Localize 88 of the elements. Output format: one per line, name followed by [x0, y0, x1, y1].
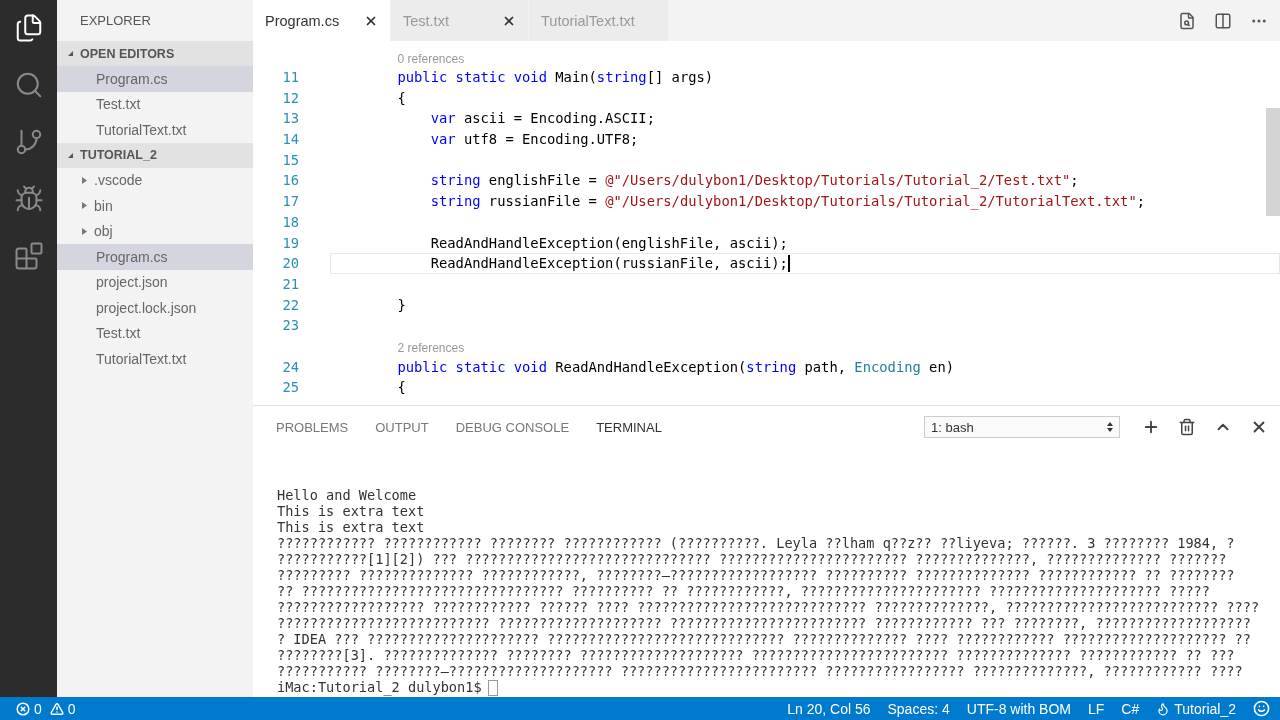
line-number: 15: [281, 151, 299, 168]
code-line: public static void ReadAndHandleException(string path, Encoding en): [396, 358, 955, 375]
split-editor-icon[interactable]: [1214, 11, 1232, 30]
code-line: ReadAndHandleException(russianFile, ascii);: [429, 255, 788, 272]
code-line: }: [396, 296, 406, 313]
file-item[interactable]: TutorialText.txt: [57, 117, 253, 143]
editor-tab[interactable]: TutorialText.txt: [529, 0, 669, 41]
file-item[interactable]: Program.cs: [57, 66, 253, 92]
smiley-icon[interactable]: [1253, 700, 1270, 717]
trash-icon[interactable]: [1178, 418, 1196, 436]
project-status[interactable]: Tutorial_2: [1156, 700, 1236, 717]
new-terminal-icon[interactable]: [1142, 418, 1160, 436]
folder-item[interactable]: bin: [57, 193, 253, 219]
terminal-prompt: iMac:Tutorial_2 dulybon1$: [277, 679, 482, 695]
line-number: 19: [281, 234, 299, 251]
warning-icon: [49, 701, 64, 716]
status-item[interactable]: LF: [1088, 700, 1105, 717]
panel-tab[interactable]: DEBUG CONSOLE: [455, 419, 570, 435]
terminal-output: This is extra text: [277, 503, 425, 519]
line-number: 21: [281, 275, 299, 292]
terminal-output: ? IDEA ??? ????????????????????? ????????????????????????????? ?????????????? ???? ???????????? ???????????????????? ??: [277, 631, 1251, 647]
line-number: 22: [281, 296, 299, 313]
code-line: string russianFile = @"/Users/dulybon1/Desktop/Tutorials/Tutorial_2/TutorialText.txt";: [429, 193, 1146, 210]
scrollbar-thumb[interactable]: [1266, 108, 1280, 216]
collapsed-caret-icon: [81, 176, 88, 184]
terminal-output: Hello and Welcome: [277, 487, 417, 503]
panel-tab[interactable]: OUTPUT: [375, 419, 429, 435]
status-item[interactable]: UTF-8 with BOM: [966, 700, 1071, 717]
terminal-output: ?????????????????? ???????????? ?????? ???? ???????????????????????????? ??????????????, ?????????????????????????? ????: [277, 599, 1260, 615]
references-lens[interactable]: 2 references: [397, 341, 465, 356]
status-item[interactable]: C#: [1121, 700, 1140, 717]
file-item[interactable]: TutorialText.txt: [57, 346, 253, 372]
terminal-output: ???????????? ???????????? ???????? ???????????? (??????????. Leyla ??lham q??z?? ??liyeva; ??????. 3 ???????? 1984, ?: [277, 535, 1235, 551]
file-item[interactable]: project.json: [57, 269, 253, 295]
section-header[interactable]: TUTORIAL_2: [57, 142, 253, 168]
line-number: 16: [281, 172, 299, 189]
line-number: 18: [281, 213, 299, 230]
select-arrows-icon: [1107, 422, 1113, 432]
code-line: ReadAndHandleException(englishFile, ascii);: [429, 234, 788, 251]
warnings-status[interactable]: 0: [49, 700, 76, 717]
editor-tab[interactable]: Test.txt: [391, 0, 529, 41]
code-line: {: [396, 89, 406, 106]
terminal-output: This is extra text: [277, 519, 425, 535]
status-item[interactable]: Spaces: 4: [887, 700, 950, 717]
file-search-icon[interactable]: [1178, 11, 1196, 30]
expanded-caret-icon: [67, 50, 74, 57]
code-line: var ascii = Encoding.ASCII;: [429, 110, 655, 127]
line-number: 20: [281, 255, 299, 272]
code-line: string englishFile = @"/Users/dulybon1/Desktop/Tutorials/Tutorial_2/Test.txt";: [429, 172, 1079, 189]
line-number: 11: [281, 69, 299, 86]
line-number: 24: [281, 358, 299, 375]
code-line: var utf8 = Encoding.UTF8;: [429, 131, 639, 148]
file-item[interactable]: Test.txt: [57, 91, 253, 117]
line-number: 14: [281, 131, 299, 148]
folder-item[interactable]: obj: [57, 218, 253, 244]
file-item[interactable]: Program.cs: [57, 244, 253, 270]
line-number: 17: [281, 193, 299, 210]
file-item[interactable]: Test.txt: [57, 320, 253, 346]
collapsed-caret-icon: [81, 227, 88, 235]
editor-tab[interactable]: Program.cs: [253, 0, 391, 41]
error-icon: [16, 701, 30, 716]
terminal-output: ?? ???????????????????????????????? ?????????? ?? ????????????, ?????????????????????? ????????????????????? ?????: [277, 583, 1210, 599]
explorer-title: EXPLORER: [79, 12, 152, 30]
terminal-select[interactable]: 1: bash: [924, 416, 1120, 438]
terminal-output: ????????[3]. ?????????????? ???????? ???????????????????? ???????????????????????? ?????????????? ???????????? ?? ???: [277, 647, 1235, 663]
section-header[interactable]: OPEN EDITORS: [57, 41, 253, 66]
file-item[interactable]: project.lock.json: [57, 295, 253, 321]
terminal-cursor: [487, 680, 498, 696]
code-line: public static void Main(string[] args): [396, 69, 714, 86]
line-number: 12: [281, 89, 299, 106]
line-number: 23: [281, 317, 299, 334]
expanded-caret-icon: [67, 151, 74, 159]
panel-tab[interactable]: TERMINAL: [596, 419, 662, 435]
terminal-output: ?????????????????????????? ???????????????????? ???????????????????????? ???????????? ??? ????????, ???????????????????: [277, 615, 1251, 631]
line-number: 25: [281, 379, 299, 396]
text-cursor: [787, 254, 790, 272]
errors-status[interactable]: 0: [16, 700, 42, 717]
flame-icon: [1156, 701, 1171, 716]
references-lens[interactable]: 0 references: [397, 51, 465, 66]
terminal-output: ??????????? ????????—???????????????????? ???????????????????????? ????????????????? ??????????????, ???????????? ????: [277, 663, 1243, 679]
terminal-output: ???????????[1][2]) ??? ?????????????????????????????? ??????????????????????? ??????????????, ?????????????? ???????: [277, 551, 1227, 567]
panel-tab[interactable]: PROBLEMS: [276, 419, 349, 435]
collapsed-caret-icon: [81, 202, 88, 210]
terminal-output: ????????? ?????????????? ????????????, ????????—?????????????????? ?????????? ?????????????? ???????????? ?? ????????: [277, 567, 1235, 583]
folder-item[interactable]: .vscode: [57, 167, 253, 193]
status-item[interactable]: Ln 20, Col 56: [787, 700, 871, 717]
code-line: {: [396, 379, 406, 396]
line-number: 13: [281, 110, 299, 127]
